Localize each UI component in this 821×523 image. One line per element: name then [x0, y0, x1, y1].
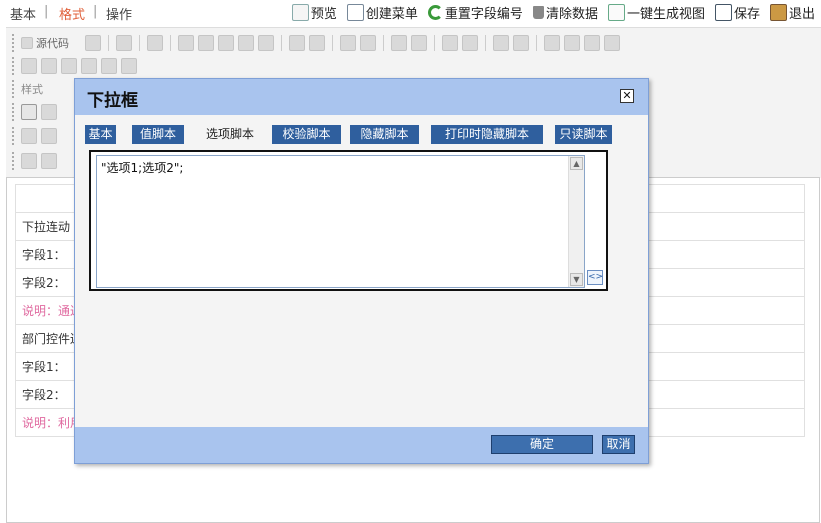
source-code-button[interactable]: 源代码	[21, 35, 81, 51]
align-left-icon[interactable]	[21, 104, 37, 120]
tab-readonly-script[interactable]: 只读脚本	[555, 125, 612, 144]
replace-icon[interactable]	[411, 35, 427, 51]
cancel-button[interactable]: 取消	[602, 435, 635, 454]
spellcheck-icon[interactable]	[309, 35, 325, 51]
indent-icon[interactable]	[564, 35, 580, 51]
tab-option-script[interactable]: 选项脚本	[198, 125, 262, 144]
find-icon[interactable]	[391, 35, 407, 51]
paste-text-icon[interactable]	[238, 35, 254, 51]
create-menu-icon	[346, 4, 364, 21]
tab-format[interactable]: 格式	[59, 4, 85, 23]
save-icon	[714, 4, 732, 21]
top-bar: 基本 | 格式 | 操作 预览 创建菜单 重置字段编号 清除数据 一键生成视图 …	[0, 0, 821, 26]
cut-icon[interactable]	[178, 35, 194, 51]
dropdown-dialog: 下拉框 ✕ 基本 值脚本 选项脚本 校验脚本 隐藏脚本 打印时隐藏脚本 只读脚本…	[74, 78, 649, 464]
expand-editor-icon[interactable]: <>	[587, 270, 603, 285]
align-center-icon[interactable]	[41, 104, 57, 120]
dialog-footer: 确定 取消	[75, 427, 648, 463]
script-textarea[interactable]: "选项1;选项2"; ▲ ▼	[96, 155, 585, 288]
bg-color-icon[interactable]	[41, 153, 57, 169]
outdent-icon[interactable]	[544, 35, 560, 51]
save-button[interactable]: 保存	[714, 3, 760, 22]
tab-basic[interactable]: 基本	[10, 4, 36, 23]
dialog-header[interactable]: 下拉框 ✕	[75, 79, 648, 115]
blockquote-icon[interactable]	[584, 35, 600, 51]
exit-icon	[769, 4, 787, 21]
paste-word-icon[interactable]	[258, 35, 274, 51]
trash-icon	[532, 6, 544, 19]
print-icon[interactable]	[289, 35, 305, 51]
reset-icon	[427, 5, 443, 20]
script-panel: "选项1;选项2"; ▲ ▼ <>	[89, 150, 608, 291]
radio-icon[interactable]	[41, 128, 57, 144]
generate-view-button[interactable]: 一键生成视图	[607, 3, 705, 22]
clear-data-button[interactable]: 清除数据	[532, 3, 598, 22]
create-menu-button[interactable]: 创建菜单	[346, 3, 418, 22]
unordered-list-icon[interactable]	[513, 35, 529, 51]
paste-icon[interactable]	[218, 35, 234, 51]
horizontal-rule-icon[interactable]	[81, 58, 97, 74]
toolbar-row-5	[12, 125, 57, 147]
reset-field-number-button[interactable]: 重置字段编号	[427, 3, 523, 22]
smiley-icon[interactable]	[101, 58, 117, 74]
preview-icon	[291, 4, 309, 21]
ordered-list-icon[interactable]	[493, 35, 509, 51]
style-label: 样式	[21, 83, 43, 96]
scroll-down-icon[interactable]: ▼	[570, 273, 583, 286]
template-icon[interactable]	[147, 35, 163, 51]
generate-view-icon	[607, 4, 625, 21]
scroll-up-icon[interactable]: ▲	[570, 157, 583, 170]
close-icon[interactable]: ✕	[620, 89, 634, 103]
dialog-title: 下拉框	[87, 91, 138, 111]
copy-icon[interactable]	[198, 35, 214, 51]
script-value: "选项1;选项2";	[101, 161, 184, 175]
toolbar-row-4	[12, 101, 57, 123]
tab-value-script[interactable]: 值脚本	[132, 125, 184, 144]
undo-icon[interactable]	[340, 35, 356, 51]
tab-operate[interactable]: 操作	[106, 4, 132, 23]
toolbar-row-1: 源代码	[12, 32, 620, 54]
tab-validate-script[interactable]: 校验脚本	[272, 125, 341, 144]
div-icon[interactable]	[604, 35, 620, 51]
copy-format-icon[interactable]	[85, 35, 101, 51]
tab-hide-script[interactable]: 隐藏脚本	[350, 125, 419, 144]
tab-print-hide-script[interactable]: 打印时隐藏脚本	[431, 125, 543, 144]
checkbox-icon[interactable]	[21, 128, 37, 144]
preview-button[interactable]: 预览	[291, 3, 337, 22]
select-all-icon[interactable]	[442, 35, 458, 51]
special-char-icon[interactable]	[121, 58, 137, 74]
redo-icon[interactable]	[360, 35, 376, 51]
image-icon[interactable]	[21, 58, 37, 74]
action-bar: 预览 创建菜单 重置字段编号 清除数据 一键生成视图 保存 退出	[291, 3, 815, 22]
text-color-icon[interactable]	[21, 153, 37, 169]
scrollbar[interactable]: ▲ ▼	[568, 156, 584, 287]
toolbar-row-6	[12, 150, 57, 172]
ok-button[interactable]: 确定	[491, 435, 593, 454]
preview-doc-icon[interactable]	[116, 35, 132, 51]
source-icon	[21, 37, 33, 49]
exit-button[interactable]: 退出	[769, 3, 815, 22]
tab-basic-dialog[interactable]: 基本	[85, 125, 116, 144]
flash-icon[interactable]	[41, 58, 57, 74]
eraser-icon[interactable]	[462, 35, 478, 51]
table-icon[interactable]	[61, 58, 77, 74]
toolbar-row-3: 样式	[12, 78, 43, 100]
toolbar-row-2	[12, 55, 137, 77]
